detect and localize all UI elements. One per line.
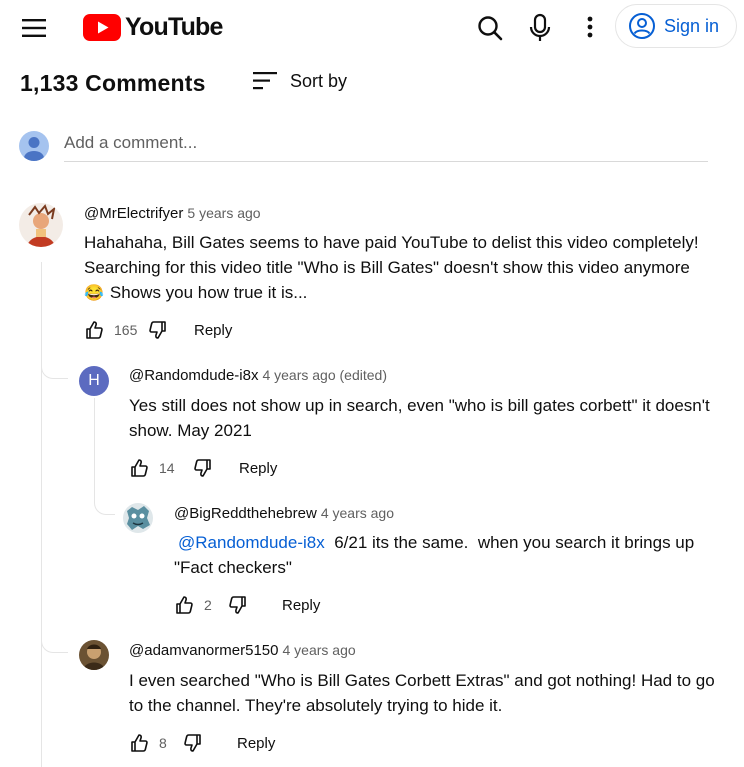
- comment-line: I even searched "Who is Bill Gates Corbe…: [129, 671, 715, 690]
- comment-meta: @BigReddthehebrew 4 years ago: [174, 505, 394, 522]
- comment-text: Yes still does not show up in search, ev…: [129, 393, 739, 443]
- default-avatar-icon: [24, 137, 44, 161]
- comment-time[interactable]: 4 years ago: [282, 642, 355, 658]
- like-count: 165: [114, 322, 138, 338]
- thread-line: [94, 398, 95, 503]
- sign-in-button[interactable]: Sign in: [615, 4, 737, 48]
- commenter-avatar[interactable]: [79, 640, 109, 670]
- commenter-avatar[interactable]: [19, 203, 63, 247]
- avatar-letter: H: [88, 372, 100, 389]
- thread-connector: [41, 634, 68, 653]
- reply-button[interactable]: Reply: [239, 460, 277, 477]
- like-button[interactable]: [84, 320, 104, 340]
- comment-text: I even searched "Who is Bill Gates Corbe…: [129, 668, 739, 718]
- comment-actions: 14 Reply: [129, 456, 277, 480]
- thumbs-up-icon: [176, 596, 193, 614]
- youtube-play-icon: [83, 13, 121, 41]
- add-comment-input[interactable]: Add a comment...: [64, 133, 708, 162]
- comment-line: Hahahaha, Bill Gates seems to have paid …: [84, 233, 699, 252]
- reply-button[interactable]: Reply: [194, 322, 232, 339]
- thread-connector: [41, 360, 68, 379]
- thumbs-up-icon: [131, 459, 148, 477]
- thread-line: [41, 262, 42, 767]
- comment-meta: @Randomdude-i8x 4 years ago (edited): [129, 367, 387, 384]
- search-button[interactable]: [470, 8, 510, 48]
- like-count: 2: [204, 597, 212, 613]
- comment-line: Searching for this video title "Who is B…: [84, 258, 690, 277]
- thumbs-up-icon: [131, 734, 148, 752]
- avatar-image: [79, 640, 109, 670]
- sort-icon: [253, 72, 277, 90]
- microphone-icon: [529, 13, 551, 41]
- hamburger-icon: [22, 19, 46, 37]
- comment-meta: @MrElectrifyer 5 years ago: [84, 205, 261, 222]
- like-count: 14: [159, 460, 175, 476]
- avatar-image: [123, 503, 153, 533]
- comment-line: show. May 2021: [129, 421, 252, 440]
- avatar-image: [19, 203, 63, 247]
- youtube-logo[interactable]: YouTube: [83, 12, 223, 42]
- reply-button[interactable]: Reply: [237, 735, 275, 752]
- dislike-button[interactable]: [193, 458, 213, 478]
- comment-line: 6/21 its the same. when you search it br…: [334, 533, 695, 552]
- like-button[interactable]: [174, 595, 194, 615]
- youtube-wordmark: YouTube: [125, 12, 223, 41]
- comment-line: Yes still does not show up in search, ev…: [129, 396, 710, 415]
- sort-by-button[interactable]: Sort by: [252, 68, 347, 94]
- search-icon: [478, 16, 503, 41]
- comment-actions: 8 Reply: [129, 731, 275, 755]
- comment-line: "Fact checkers": [174, 558, 292, 577]
- thumbs-down-icon: [194, 459, 211, 477]
- like-button[interactable]: [129, 458, 149, 478]
- sort-by-label: Sort by: [290, 70, 348, 91]
- commenter-avatar[interactable]: [123, 503, 153, 533]
- comment-actions: 165 Reply: [84, 318, 232, 342]
- more-vert-icon: [587, 16, 593, 38]
- comment-line-with-mention: @Randomdude-i8x 6/21 its the same. when …: [178, 530, 738, 555]
- like-count: 8: [159, 735, 167, 751]
- mention-link[interactable]: @Randomdude-i8x: [178, 533, 325, 552]
- comment-line-with-emoji: 😂 Shows you how true it is...: [84, 280, 734, 306]
- comment-text: @Randomdude-i8x 6/21 its the same. when …: [174, 530, 738, 580]
- thumbs-down-icon: [149, 321, 166, 339]
- voice-search-button[interactable]: [520, 8, 560, 48]
- menu-button[interactable]: [16, 10, 52, 46]
- comment-author[interactable]: @Randomdude-i8x: [129, 367, 258, 384]
- comment-text: Hahahaha, Bill Gates seems to have paid …: [84, 230, 734, 306]
- dislike-button[interactable]: [228, 595, 248, 615]
- dislike-button[interactable]: [183, 733, 203, 753]
- comment-meta: @adamvanormer5150 4 years ago: [129, 642, 356, 659]
- comment-author[interactable]: @adamvanormer5150: [129, 642, 278, 659]
- thread-connector: [94, 496, 115, 515]
- comment-line: to the channel. They're absolutely tryin…: [129, 696, 503, 715]
- comment-author[interactable]: @MrElectrifyer: [84, 205, 183, 222]
- thumbs-up-icon: [86, 321, 103, 339]
- comment-author[interactable]: @BigReddthehebrew: [174, 505, 317, 522]
- comment-time[interactable]: 5 years ago: [187, 205, 260, 221]
- like-button[interactable]: [129, 733, 149, 753]
- thumbs-down-icon: [184, 734, 201, 752]
- more-options-button[interactable]: [572, 8, 608, 48]
- reply-button[interactable]: Reply: [282, 597, 320, 614]
- comment-line: Shows you how true it is...: [109, 283, 308, 302]
- user-avatar: [19, 131, 49, 161]
- comment-time[interactable]: 4 years ago (edited): [262, 367, 387, 383]
- dislike-button[interactable]: [148, 320, 168, 340]
- commenter-avatar[interactable]: H: [79, 366, 109, 396]
- thumbs-down-icon: [229, 596, 246, 614]
- laughing-emoji-icon: 😂: [84, 285, 104, 302]
- sign-in-label: Sign in: [664, 15, 720, 36]
- comments-count: 1,133 Comments: [20, 70, 206, 96]
- comment-time[interactable]: 4 years ago: [321, 505, 394, 521]
- account-circle-icon: [629, 13, 655, 39]
- comment-actions: 2 Reply: [174, 593, 320, 617]
